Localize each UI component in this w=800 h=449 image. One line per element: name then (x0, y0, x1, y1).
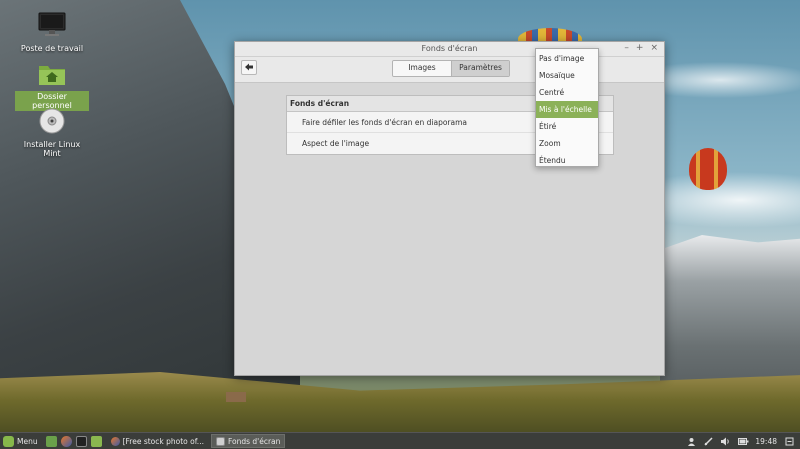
dropdown-option-zoom[interactable]: Zoom (536, 135, 598, 152)
tab-parametres[interactable]: Paramètres (451, 61, 509, 76)
task-firefox[interactable]: [Free stock photo of... (107, 434, 208, 448)
task-backgrounds[interactable]: Fonds d'écran (210, 434, 286, 448)
view-switcher: Images Paramètres (392, 60, 510, 77)
dropdown-option-spanned[interactable]: Étendu (536, 152, 598, 169)
mint-logo-icon (3, 435, 14, 447)
volume-icon[interactable] (721, 437, 730, 446)
back-button[interactable] (241, 60, 257, 75)
system-tray: 19:48 (687, 437, 800, 446)
taskbar: Menu [Free stock photo of... Fonds d'écr… (0, 432, 800, 449)
clock[interactable]: 19:48 (755, 437, 777, 446)
back-arrow-icon (245, 63, 253, 73)
picture-aspect-dropdown-menu: Pas d'image Mosaïque Centré Mis à l'éche… (535, 48, 599, 167)
task-label: [Free stock photo of... (122, 436, 204, 446)
firefox-icon[interactable] (60, 435, 72, 447)
task-label: Fonds d'écran (227, 436, 281, 446)
terminal-icon[interactable] (75, 435, 87, 447)
firefox-task-icon (110, 436, 120, 446)
battery-icon[interactable] (738, 437, 749, 446)
maximize-button[interactable]: + (636, 43, 644, 53)
files-icon[interactable] (90, 435, 102, 447)
window-content: Fonds d'écran Faire défiler les fonds d'… (235, 84, 664, 375)
window-titlebar[interactable]: Fonds d'écran – + × (235, 42, 664, 57)
show-desktop-icon[interactable] (45, 435, 57, 447)
computer-icon (15, 12, 89, 40)
dropdown-option-scaled[interactable]: Mis à l'échelle (536, 101, 598, 118)
wallpaper-balloon-right (689, 148, 727, 190)
notifications-icon[interactable] (785, 437, 794, 446)
dropdown-option-stretched[interactable]: Étiré (536, 118, 598, 135)
desktop-icon-install[interactable]: Installer Linux Mint (15, 108, 89, 159)
window-controls: – + × (624, 43, 658, 53)
network-icon[interactable] (704, 436, 713, 446)
window-title: Fonds d'écran (421, 44, 478, 53)
desktop-icon-computer[interactable]: Poste de travail (15, 12, 89, 54)
desktop-icon-home-folder[interactable]: Dossier personnel (15, 62, 89, 111)
window-toolbar: Images Paramètres (235, 57, 664, 83)
dropdown-option-centered[interactable]: Centré (536, 84, 598, 101)
menu-label: Menu (17, 436, 38, 446)
wallpaper-meadow (0, 372, 800, 434)
wallpaper-hut (226, 392, 246, 402)
tab-images[interactable]: Images (393, 61, 451, 76)
backgrounds-window: Fonds d'écran – + × Images Paramètres Fo… (234, 41, 665, 376)
user-icon[interactable] (687, 437, 696, 446)
close-button[interactable]: × (650, 43, 658, 53)
backgrounds-task-icon (215, 436, 225, 446)
disc-icon (15, 108, 89, 136)
home-folder-icon (15, 62, 89, 88)
dropdown-option-no-picture[interactable]: Pas d'image (536, 50, 598, 67)
dropdown-option-mosaic[interactable]: Mosaïque (536, 67, 598, 84)
menu-button[interactable]: Menu (0, 433, 44, 449)
minimize-button[interactable]: – (624, 43, 629, 53)
